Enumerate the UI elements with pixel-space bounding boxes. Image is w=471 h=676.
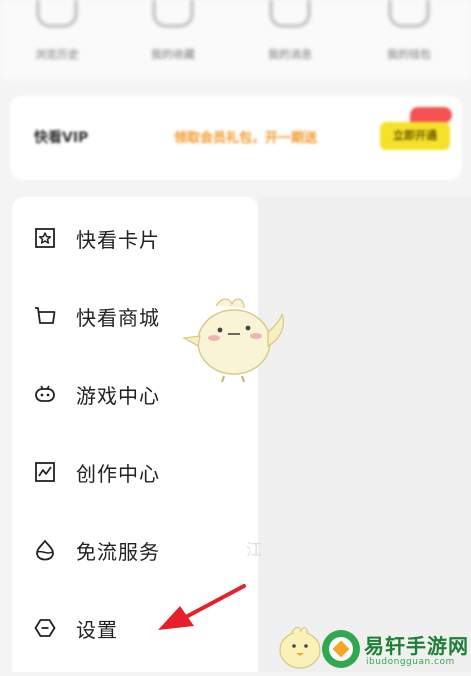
vip-title: 快看VIP <box>34 130 89 146</box>
chart-icon <box>34 461 56 483</box>
shortcut-label: 我的消息 <box>268 48 312 61</box>
dimmed-area <box>258 197 471 672</box>
shortcut-label: 我的收藏 <box>151 48 195 61</box>
menu-item-label: 快看商城 <box>76 305 160 330</box>
menu-item-label: 游戏中心 <box>76 383 160 408</box>
water-drop-icon <box>34 539 56 561</box>
menu-item-label: 快看卡片 <box>76 227 160 252</box>
watermark-url: ibudongguan.com <box>366 657 455 667</box>
menu-item-label: 创作中心 <box>76 461 160 486</box>
menu-item-games[interactable]: 游戏中心 <box>34 374 160 414</box>
vip-open-button[interactable]: 立即开通 <box>380 122 450 150</box>
menu-item-label: 设置 <box>76 617 118 642</box>
site-watermark: 易轩手游网 ibudongguan.com <box>322 628 471 672</box>
menu-item-free-data[interactable]: 免流服务 <box>34 530 160 570</box>
vip-promo-text: 领取会员礼包，开一期送 <box>174 131 318 146</box>
watermark-mascot <box>274 620 326 676</box>
menu-item-settings[interactable]: 设置 <box>34 608 118 648</box>
menu-item-creator[interactable]: 创作中心 <box>34 452 160 492</box>
menu-item-label: 免流服务 <box>76 539 160 564</box>
shortcut-label: 我的钱包 <box>387 48 431 61</box>
shortcut-message[interactable]: 我的消息 <box>245 0 335 62</box>
vip-banner[interactable]: 快看VIP 领取会员礼包，开一期送 立即开通 <box>10 96 462 180</box>
cart-icon <box>34 305 56 327</box>
message-icon <box>269 0 311 28</box>
history-icon <box>36 0 78 28</box>
faded-text: 江 <box>246 540 263 559</box>
wallet-icon <box>388 0 430 28</box>
settings-icon <box>34 617 56 639</box>
shortcut-history[interactable]: 浏览历史 <box>12 0 102 62</box>
vip-discount-tag <box>410 107 452 123</box>
watermark-title: 易轩手游网 <box>364 634 469 658</box>
annotation-arrow <box>150 580 250 642</box>
card-icon <box>34 227 56 249</box>
shortcut-row: 浏览历史 我的收藏 我的消息 我的钱包 <box>0 0 471 80</box>
shortcut-label: 浏览历史 <box>35 48 79 61</box>
menu-item-cards[interactable]: 快看卡片 <box>34 218 160 258</box>
mascot-chick <box>181 290 292 386</box>
shortcut-wallet[interactable]: 我的钱包 <box>364 0 454 62</box>
collection-icon <box>152 0 194 28</box>
gamepad-icon <box>34 383 56 405</box>
watermark-logo-icon <box>322 630 360 668</box>
shortcut-collection[interactable]: 我的收藏 <box>128 0 218 62</box>
menu-item-mall[interactable]: 快看商城 <box>34 296 160 336</box>
